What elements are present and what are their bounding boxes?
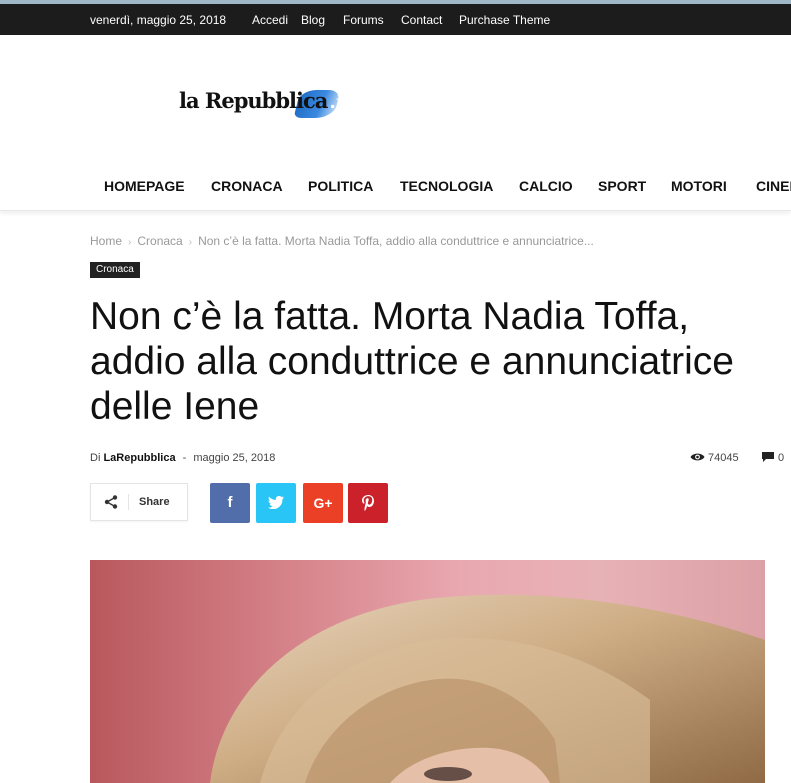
facebook-icon: f xyxy=(227,494,233,511)
googleplus-icon: G+ xyxy=(313,495,333,511)
views-count: 74045 xyxy=(690,452,739,464)
nav-item-homepage[interactable]: HOMEPAGE xyxy=(104,178,185,194)
breadcrumb-current: Non c’è la fatta. Morta Nadia Toffa, add… xyxy=(198,234,594,248)
pinterest-share-button[interactable] xyxy=(348,483,388,523)
logo-suffix: .it xyxy=(329,91,352,113)
eye-icon xyxy=(690,453,705,461)
logo-word: la Repubblica xyxy=(179,88,328,113)
breadcrumb-separator-icon: › xyxy=(128,237,132,248)
googleplus-share-button[interactable]: G+ xyxy=(303,483,343,523)
portrait-photo xyxy=(210,594,765,783)
nav-item-cronaca[interactable]: CRONACA xyxy=(211,178,283,194)
breadcrumb-section[interactable]: Cronaca xyxy=(137,234,182,248)
breadcrumb-home[interactable]: Home xyxy=(90,234,122,248)
top-link-contact[interactable]: Contact xyxy=(401,13,442,27)
comments-count[interactable]: 0 xyxy=(762,452,784,464)
nav-item-politica[interactable]: POLITICA xyxy=(308,178,373,194)
top-bar: venerdì, maggio 25, 2018 Accedi Blog For… xyxy=(0,0,791,35)
comments-value: 0 xyxy=(778,452,785,464)
top-link-forums[interactable]: Forums xyxy=(343,13,384,27)
top-date: venerdì, maggio 25, 2018 xyxy=(90,13,227,27)
top-link-blog[interactable]: Blog xyxy=(301,13,325,27)
share-label: Share xyxy=(139,496,170,508)
nav-item-motori[interactable]: MOTORI xyxy=(671,178,727,194)
share-button[interactable]: Share xyxy=(90,483,188,521)
breadcrumb: Home › Cronaca › Non c’è la fatta. Morta Nad… xyxy=(90,234,594,248)
site-logo[interactable]: la Repubblica .it xyxy=(179,88,358,128)
twitter-share-button[interactable] xyxy=(256,483,296,523)
publish-date: maggio 25, 2018 xyxy=(193,452,276,464)
meta-dash: - xyxy=(182,452,187,464)
share-divider xyxy=(128,494,129,510)
share-icon xyxy=(104,495,118,509)
pinterest-icon xyxy=(362,495,374,511)
nav-item-tecnologia[interactable]: TECNOLOGIA xyxy=(400,178,493,194)
comment-icon xyxy=(762,452,774,462)
author-link[interactable]: LaRepubblica xyxy=(103,452,175,464)
category-badge[interactable]: Cronaca xyxy=(90,262,140,278)
article-featured-image xyxy=(90,560,765,783)
main-nav: HOMEPAGE CRONACA POLITICA TECNOLOGIA CAL… xyxy=(0,162,791,211)
nav-item-sport[interactable]: SPORT xyxy=(598,178,646,194)
facebook-share-button[interactable]: f xyxy=(210,483,250,523)
article-title: Non c’è la fatta. Morta Nadia Toffa, add… xyxy=(90,295,734,428)
byline-prefix: Di xyxy=(90,452,101,464)
nav-item-calcio[interactable]: CALCIO xyxy=(519,178,573,194)
top-link-purchase-theme[interactable]: Purchase Theme xyxy=(459,13,550,27)
nav-item-cinema[interactable]: CINEMA xyxy=(756,178,791,194)
views-value: 74045 xyxy=(708,452,739,464)
article-meta: Di LaRepubblica - maggio 25, 2018 xyxy=(90,452,275,464)
breadcrumb-separator-icon: › xyxy=(188,237,193,248)
top-link-accedi[interactable]: Accedi xyxy=(252,13,288,27)
twitter-icon xyxy=(268,495,284,510)
